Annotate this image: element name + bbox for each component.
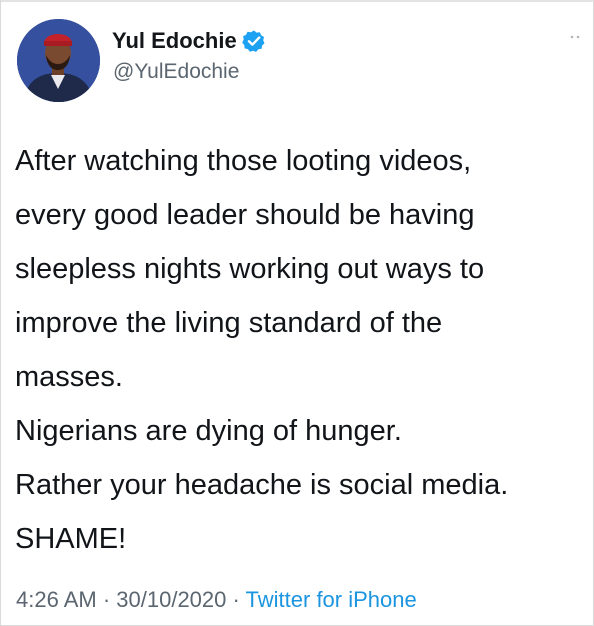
tweet-time[interactable]: 4:26 AM bbox=[16, 587, 97, 612]
display-name[interactable]: Yul Edochie bbox=[112, 28, 237, 54]
avatar[interactable] bbox=[17, 19, 100, 102]
tweet-text-line: SHAME! bbox=[15, 523, 127, 555]
tweet-text-line: every good leader should be having bbox=[15, 199, 475, 231]
tweet-text-line: Rather your headache is social media. bbox=[15, 469, 509, 501]
tweet-meta: 4:26 AM · 30/10/2020 · Twitter for iPhon… bbox=[16, 586, 417, 614]
tweet-text-line: improve the living standard of the bbox=[15, 307, 443, 339]
user-handle[interactable]: @YulEdochie bbox=[113, 59, 239, 85]
tweet-date[interactable]: 30/10/2020 bbox=[116, 587, 226, 612]
meta-separator: · bbox=[226, 587, 246, 612]
name-row: Yul Edochie bbox=[112, 28, 266, 54]
tweet-text-line: sleepless nights working out ways to bbox=[15, 253, 485, 285]
tweet-card: Yul Edochie @YulEdochie After watching t… bbox=[0, 0, 594, 626]
tweet-text-line: Nigerians are dying of hunger. bbox=[15, 415, 402, 447]
verified-badge-icon bbox=[241, 30, 265, 52]
tweet-text-line: After watching those looting videos, bbox=[15, 145, 472, 177]
meta-separator: · bbox=[96, 587, 117, 612]
tweet-text-line: masses. bbox=[15, 361, 123, 393]
more-dots-icon[interactable] bbox=[569, 32, 583, 40]
tweet-text: After watching those looting videos, eve… bbox=[15, 134, 585, 566]
tweet-source-link[interactable]: Twitter for iPhone bbox=[246, 587, 417, 612]
top-divider bbox=[1, 0, 594, 2]
